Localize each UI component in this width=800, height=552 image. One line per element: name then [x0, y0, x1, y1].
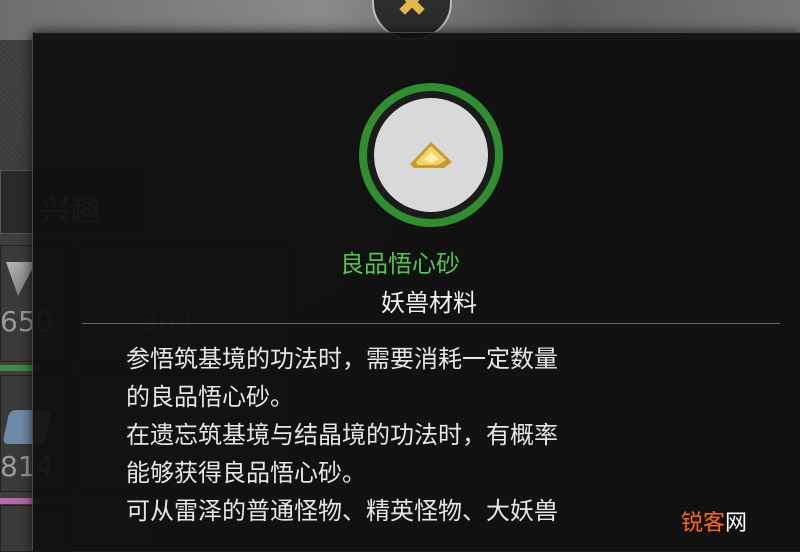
description-line: 参悟筑基境的功法时，需要消耗一定数量 — [126, 345, 558, 373]
item-icon-frame — [374, 98, 488, 212]
item-rarity-ring — [359, 83, 503, 227]
item-type: 妖兽材料 — [381, 289, 477, 317]
tooltip-divider — [82, 323, 780, 324]
watermark-brand: 锐客 — [681, 511, 726, 536]
item-name: 良品悟心砂 — [340, 250, 460, 278]
description-line: 的良品悟心砂。 — [126, 383, 294, 411]
description-line: 可从雷泽的普通怪物、精英怪物、大妖兽 — [126, 497, 558, 525]
description-line: 能够获得良品悟心砂。 — [126, 459, 366, 487]
sand-pile-icon — [410, 142, 452, 168]
site-watermark: 锐客网 — [681, 505, 747, 537]
item-description: 参悟筑基境的功法时，需要消耗一定数量 的良品悟心砂。 在遗忘筑基境与结晶境的功法… — [126, 340, 726, 530]
watermark-suffix: 网 — [725, 511, 748, 536]
description-line: 在遗忘筑基境与结晶境的功法时，有概率 — [126, 421, 558, 449]
